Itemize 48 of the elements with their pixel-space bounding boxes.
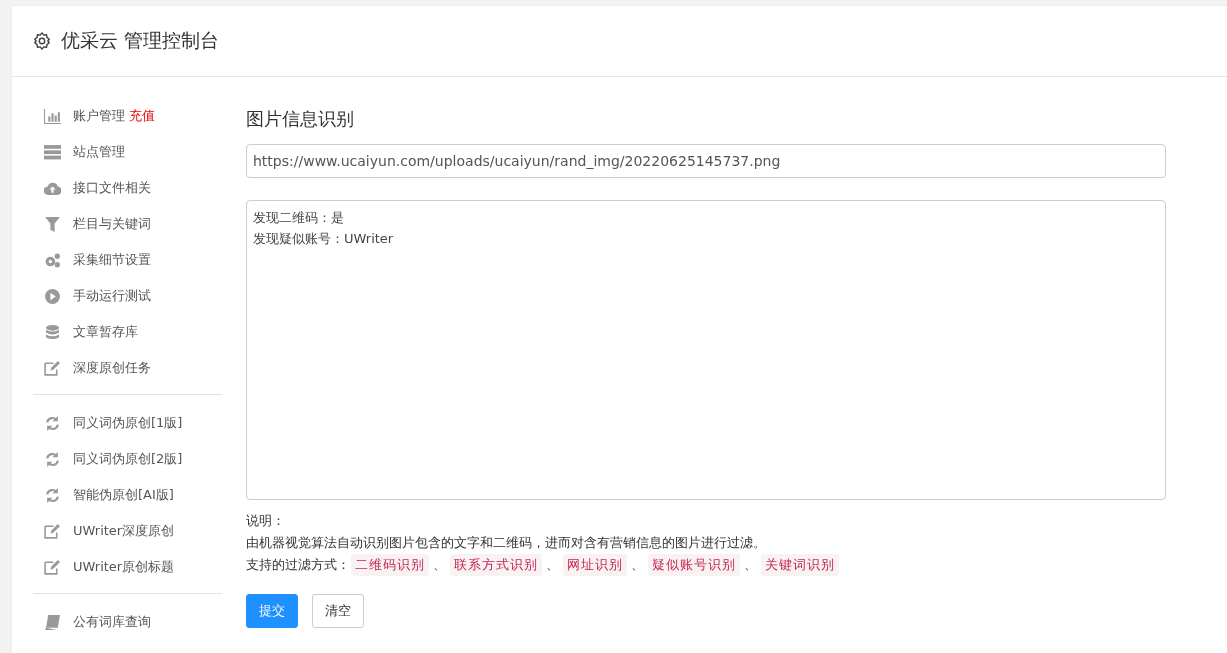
book-icon xyxy=(44,614,61,630)
sidebar-item[interactable]: UWriter原创标题 xyxy=(33,549,222,585)
section-title: 图片信息识别 xyxy=(246,107,355,131)
filter-label: 支持的过滤方式： xyxy=(246,556,350,574)
server-icon xyxy=(44,144,61,160)
bar-chart-icon xyxy=(44,108,61,124)
sidebar-item[interactable]: 站点管理 xyxy=(33,134,222,170)
edit-icon xyxy=(44,360,61,376)
filter-icon xyxy=(44,216,61,232)
url-field[interactable]: https://www.ucaiyun.com/uploads/ucaiyun/rand_img/20220625145737.png xyxy=(246,144,1166,178)
sidebar-item[interactable]: 同义词伪原创[2版] xyxy=(33,441,222,477)
refresh-icon xyxy=(44,415,61,431)
sidebar-item[interactable]: 账户管理 充值 xyxy=(33,98,222,134)
sidebar-item[interactable]: 接口文件相关 xyxy=(33,170,222,206)
sidebar-item[interactable]: 公有词库查询 xyxy=(33,604,222,640)
sidebar-item[interactable]: 手动运行测试 xyxy=(33,278,222,314)
sidebar-item[interactable]: 同义词伪原创[1版] xyxy=(33,405,222,441)
separator: 、 xyxy=(631,556,644,574)
description-text: 由机器视觉算法自动识别图片包含的文字和二维码，进而对含有营销信息的图片进行过滤。 xyxy=(246,534,767,552)
sidebar-item[interactable]: 采集细节设置 xyxy=(33,242,222,278)
filter-tag: 网址识别 xyxy=(563,554,627,576)
play-icon xyxy=(44,288,61,304)
result-box[interactable]: 发现二维码：是 发现疑似账号：UWriter xyxy=(246,200,1166,500)
clear-button[interactable]: 清空 xyxy=(312,594,364,628)
result-line: 发现二维码：是 xyxy=(253,209,345,227)
edit-icon xyxy=(44,523,61,539)
result-line: 发现疑似账号：UWriter xyxy=(253,230,395,248)
console-title: 优采云 管理控制台 xyxy=(61,28,220,53)
cloud-upload-icon xyxy=(44,180,61,196)
notes-heading: 说明： xyxy=(246,512,286,530)
separator: 、 xyxy=(546,556,559,574)
edit-icon xyxy=(44,559,61,575)
filter-tag: 联系方式识别 xyxy=(450,554,542,576)
filter-tag: 关键词识别 xyxy=(761,554,839,576)
refresh-icon xyxy=(44,451,61,467)
filter-tag: 疑似账号识别 xyxy=(648,554,740,576)
separator: 、 xyxy=(433,556,446,574)
sidebar-item[interactable]: UWriter深度原创 xyxy=(33,513,222,549)
sidebar-item[interactable]: 深度原创任务 xyxy=(33,350,222,386)
database-icon xyxy=(44,324,61,340)
gears-icon xyxy=(44,252,61,268)
separator: 、 xyxy=(744,556,757,574)
sidebar-item[interactable]: 智能伪原创[AI版] xyxy=(33,477,222,513)
sidebar-item[interactable]: 文章暂存库 xyxy=(33,314,222,350)
settings-icon xyxy=(33,32,51,50)
refresh-icon xyxy=(44,487,61,503)
filter-tag: 二维码识别 xyxy=(351,554,429,576)
sidebar-item[interactable]: 栏目与关键词 xyxy=(33,206,222,242)
